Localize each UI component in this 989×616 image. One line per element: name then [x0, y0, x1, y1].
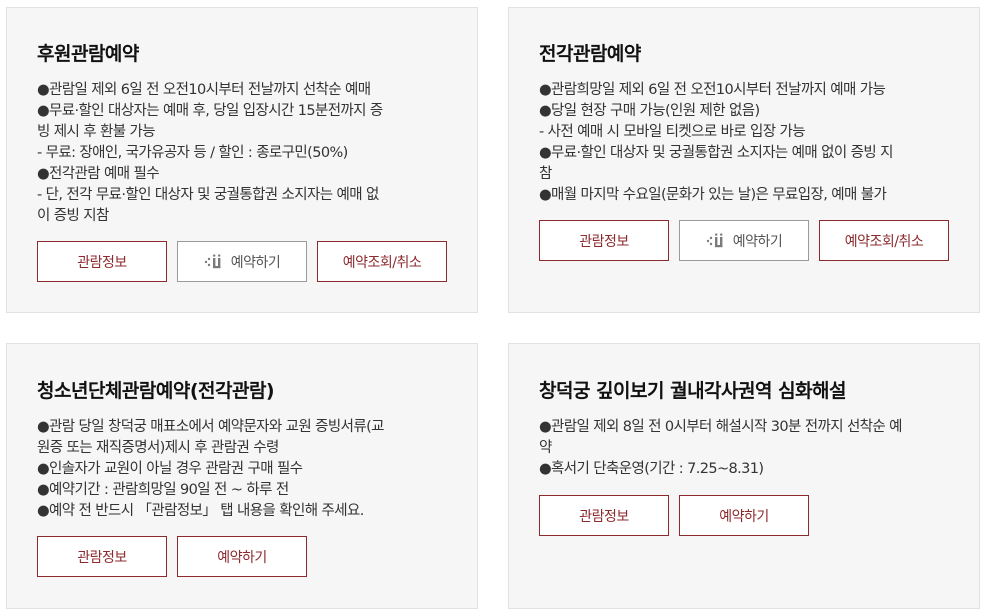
button-label: 관람정보: [579, 508, 629, 525]
desc-line: ●관람 당일 창덕궁 매표소에서 예약문자와 교원 증빙서류(교: [37, 419, 385, 435]
ticket-icon: [706, 232, 726, 249]
desc-line: ●매월 마지막 수요일(문화가 있는 날)은 무료입장, 예매 불가: [539, 187, 887, 203]
reservation-card-youth-group: 청소년단체관람예약(전각관람) ●관람 당일 창덕궁 매표소에서 예약문자와 교…: [6, 343, 478, 609]
desc-line: ●관람희망일 제외 6일 전 오전10시부터 전날까지 예매 가능: [539, 82, 886, 98]
card-title: 청소년단체관람예약(전각관람): [37, 380, 275, 402]
viewing-info-button[interactable]: 관람정보: [539, 220, 669, 261]
card-actions: 관람정보 예약하기 예약조회/취소: [539, 220, 949, 261]
desc-line: 참: [539, 166, 552, 182]
card-actions: 관람정보 예약하기: [539, 495, 809, 536]
card-description: ●관람 당일 창덕궁 매표소에서 예약문자와 교원 증빙서류(교 원증 또는 재…: [37, 417, 447, 522]
reserve-button[interactable]: 예약하기: [679, 495, 809, 536]
reserve-button[interactable]: 예약하기: [679, 220, 809, 261]
desc-line: ●관람일 제외 8일 전 0시부터 해설시작 30분 전까지 선착순 예: [539, 419, 903, 435]
button-label: 예약조회/취소: [342, 254, 422, 271]
button-label: 예약하기: [719, 508, 769, 525]
button-label: 예약하기: [230, 254, 281, 271]
desc-line: ●관람일 제외 6일 전 오전10시부터 전날까지 선착순 예매: [37, 82, 371, 98]
viewing-info-button[interactable]: 관람정보: [37, 536, 167, 577]
button-label: 예약조회/취소: [844, 233, 924, 250]
reservation-card-in-depth-tour: 창덕궁 깊이보기 궐내각사권역 심화해설 ●관람일 제외 8일 전 0시부터 해…: [508, 343, 980, 609]
desc-line: ●무료·할인 대상자는 예매 후, 당일 입장시간 15분전까지 증: [37, 103, 383, 119]
button-label: 관람정보: [77, 254, 127, 271]
desc-line: ●인솔자가 교원이 아닐 경우 관람권 구매 필수: [37, 461, 303, 477]
ticket-icon: [204, 253, 224, 270]
card-title: 후원관람예약: [37, 43, 139, 65]
button-label: 관람정보: [579, 233, 629, 250]
reservation-card-support: 후원관람예약 ●관람일 제외 6일 전 오전10시부터 전날까지 선착순 예매 …: [6, 7, 478, 313]
card-title: 전각관람예약: [539, 43, 641, 65]
button-label: 예약하기: [732, 233, 783, 250]
reserve-button[interactable]: 예약하기: [177, 536, 307, 577]
desc-line: - 무료: 장애인, 국가유공자 등 / 할인 : 종로구민(50%): [37, 145, 348, 161]
desc-line: 이 증빙 지참: [37, 208, 109, 224]
card-description: ●관람일 제외 8일 전 0시부터 해설시작 30분 전까지 선착순 예 약 ●…: [539, 417, 949, 480]
viewing-info-button[interactable]: 관람정보: [539, 495, 669, 536]
desc-line: ●무료·할인 대상자 및 궁궐통합권 소지자는 예매 없이 증빙 지: [539, 145, 894, 161]
desc-line: ●전각관람 예매 필수: [37, 166, 160, 182]
desc-line: ●당일 현장 구매 가능(인원 제한 없음): [539, 103, 760, 119]
lookup-cancel-button[interactable]: 예약조회/취소: [819, 220, 949, 261]
viewing-info-button[interactable]: 관람정보: [37, 241, 167, 282]
reservation-card-hall: 전각관람예약 ●관람희망일 제외 6일 전 오전10시부터 전날까지 예매 가능…: [508, 7, 980, 313]
desc-line: ●예약기간 : 관람희망일 90일 전 ~ 하루 전: [37, 482, 289, 498]
desc-line: ●예약 전 반드시 「관람정보」 탭 내용을 확인해 주세요.: [37, 503, 364, 519]
desc-line: - 사전 예매 시 모바일 티켓으로 바로 입장 가능: [539, 124, 806, 140]
card-actions: 관람정보 예약하기: [37, 536, 307, 577]
button-label: 관람정보: [77, 549, 127, 566]
button-label: 예약하기: [217, 549, 267, 566]
card-description: ●관람일 제외 6일 전 오전10시부터 전날까지 선착순 예매 ●무료·할인 …: [37, 80, 447, 227]
card-title: 창덕궁 깊이보기 궐내각사권역 심화해설: [539, 380, 847, 402]
desc-line: 약: [539, 440, 552, 456]
card-description: ●관람희망일 제외 6일 전 오전10시부터 전날까지 예매 가능 ●당일 현장…: [539, 80, 949, 206]
lookup-cancel-button[interactable]: 예약조회/취소: [317, 241, 447, 282]
card-actions: 관람정보 예약하기 예약조회/취소: [37, 241, 447, 282]
desc-line: 빙 제시 후 환불 가능: [37, 124, 156, 140]
desc-line: 원증 또는 재직증명서)제시 후 관람권 수령: [37, 440, 279, 456]
desc-line: ●혹서기 단축운영(기간 : 7.25~8.31): [539, 461, 764, 477]
reserve-button[interactable]: 예약하기: [177, 241, 307, 282]
desc-line: - 단, 전각 무료·할인 대상자 및 궁궐통합권 소지자는 예매 없: [37, 187, 379, 203]
